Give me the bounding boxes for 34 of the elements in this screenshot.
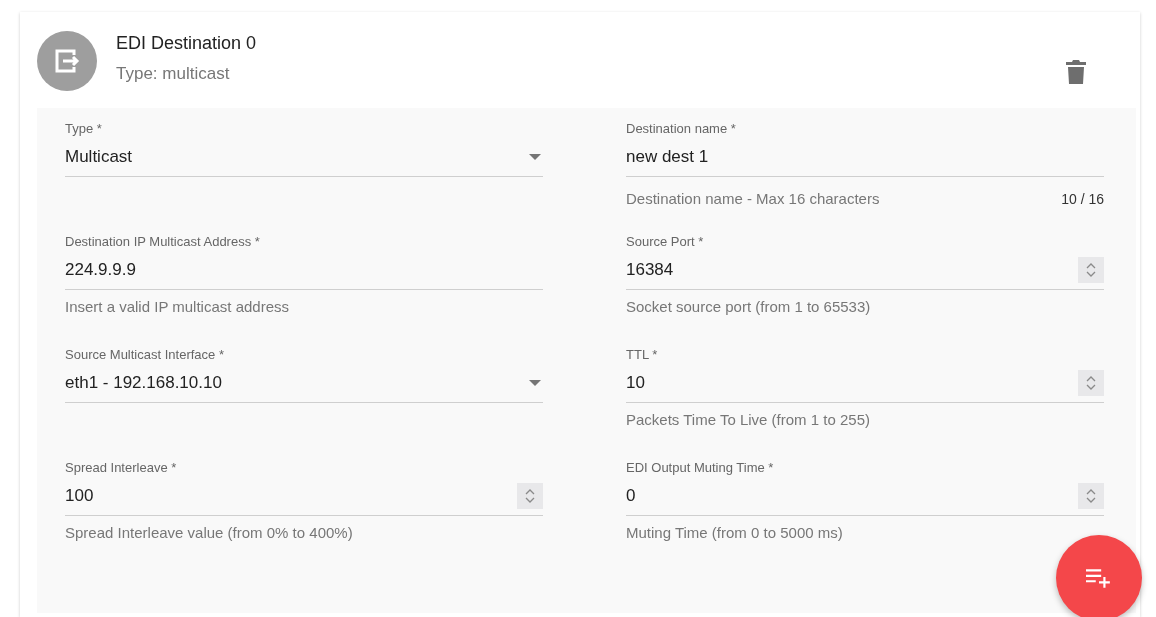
field-label: Destination IP Multicast Address * [65,233,261,251]
field-hint: Packets Time To Live (from 1 to 255) [626,411,870,428]
field-hint: Socket source port (from 1 to 65533) [626,298,871,315]
card-title: EDI Destination 0 [116,32,257,55]
field-hint: Insert a valid IP multicast address [65,298,289,315]
output-icon [37,31,97,91]
field-label: Destination name * [626,120,737,138]
card-subtitle: Type: multicast [116,63,231,85]
input-field[interactable]: new dest 1 [626,138,1104,177]
spinner-icon[interactable] [1078,257,1104,283]
field-hint: Muting Time (from 0 to 5000 ms) [626,524,843,541]
field-label: Type * [65,120,103,138]
field-label: Source Multicast Interface * [65,346,225,364]
playlist-add-icon [1086,568,1112,588]
field-label: Spread Interleave * [65,459,178,477]
number-field[interactable]: 100 [65,477,543,516]
dropdown-icon [529,154,541,160]
field-hint: Destination name - Max 16 characters [626,190,880,207]
number-field[interactable]: 10 [626,364,1104,403]
delete-icon[interactable] [1066,60,1086,84]
select-field[interactable]: eth1 - 192.168.10.10 [65,364,543,403]
field-hint: Spread Interleave value (from 0% to 400%) [65,524,353,541]
spinner-icon[interactable] [1078,370,1104,396]
input-field[interactable]: 224.9.9.9 [65,251,543,290]
select-field[interactable]: Multicast [65,138,543,177]
character-counter: 10 / 16 [1061,190,1104,207]
field-label: TTL * [626,346,659,364]
number-field[interactable]: 16384 [626,251,1104,290]
field-label: Source Port * [626,233,705,251]
dropdown-icon [529,380,541,386]
spinner-icon[interactable] [517,483,543,509]
field-label: EDI Output Muting Time * [626,459,775,477]
spinner-icon[interactable] [1078,483,1104,509]
number-field[interactable]: 0 [626,477,1104,516]
